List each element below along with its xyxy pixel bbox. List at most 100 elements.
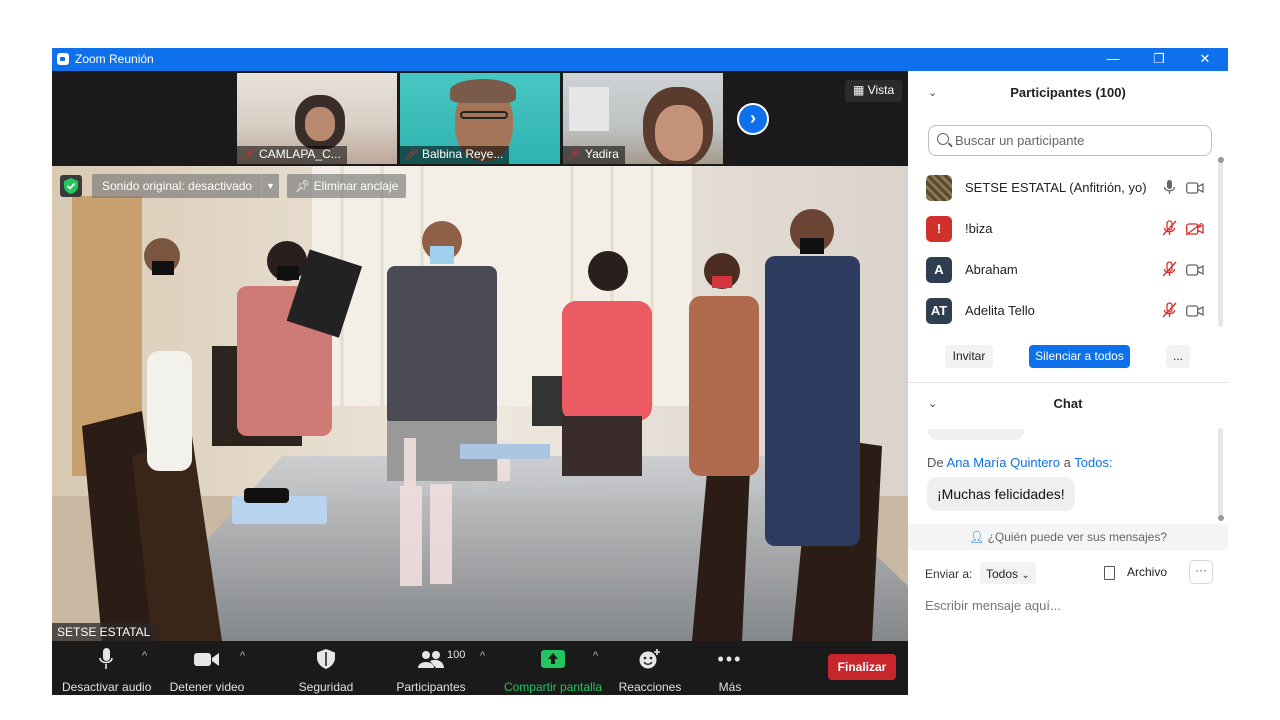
avatar: A: [926, 257, 952, 283]
video-off-icon[interactable]: [1185, 222, 1204, 240]
share-screen-button[interactable]: Compartir pantalla: [502, 647, 604, 694]
participants-more-button[interactable]: ...: [1166, 345, 1190, 368]
original-sound-toggle[interactable]: Sonido original: desactivado: [92, 174, 263, 198]
smiley-icon: [639, 649, 660, 669]
participant-search-input[interactable]: Buscar un participante: [928, 125, 1212, 156]
speaker-name-label: SETSE ESTATAL: [52, 623, 156, 641]
unpin-button[interactable]: 📌︎ Eliminar anclaje: [287, 174, 407, 198]
thumbnail-strip: 🎤︎ CAMLAPA_C... 🎤︎ Balbina Reye... 🎤︎ Yadir…: [52, 71, 908, 166]
more-label: Más: [718, 680, 742, 694]
view-button-label: Vista: [867, 83, 895, 97]
view-button[interactable]: ▦ Vista: [845, 80, 903, 102]
mute-all-button[interactable]: Silenciar a todos: [1029, 345, 1130, 368]
participants-title: Participantes (100): [1010, 85, 1126, 100]
title-bar: Zoom Reunión — ❐ ✕: [52, 48, 1228, 71]
search-icon: [937, 133, 949, 145]
meeting-toolbar: Desactivar audio ^ Detener video ^ Segur…: [52, 641, 908, 695]
share-screen-label: Compartir pantalla: [503, 680, 603, 694]
side-panel: ⌄ Participantes (100) Buscar un particip…: [908, 71, 1228, 672]
stop-video-label: Detener video: [169, 680, 245, 694]
chat-scrollbar[interactable]: [1218, 428, 1223, 518]
recipient-link[interactable]: Todos:: [1074, 455, 1112, 470]
video-thumbnail[interactable]: 🎤︎ Yadira: [563, 73, 723, 164]
video-camera-icon[interactable]: [1186, 181, 1204, 199]
window-title: Zoom Reunión: [75, 52, 154, 66]
thumbnail-name: Yadira: [584, 147, 619, 161]
video-thumbnail[interactable]: 🎤︎ CAMLAPA_C...: [237, 73, 397, 164]
share-options-chevron-icon[interactable]: ^: [593, 650, 598, 662]
file-icon[interactable]: [1104, 566, 1115, 580]
scrollbar-thumb[interactable]: [1218, 515, 1224, 521]
avatar: AT: [926, 298, 952, 324]
stop-video-button[interactable]: Detener video: [168, 647, 246, 694]
more-button[interactable]: ••• Más: [708, 647, 752, 695]
security-label: Seguridad: [298, 680, 354, 694]
send-to-label: Enviar a:: [925, 567, 973, 581]
chat-more-button[interactable]: ···: [1189, 560, 1213, 584]
mic-muted-icon[interactable]: [1162, 302, 1177, 323]
security-button[interactable]: Seguridad: [294, 647, 358, 694]
video-camera-icon[interactable]: [1186, 304, 1204, 322]
participants-options-chevron-icon[interactable]: ^: [480, 650, 485, 662]
minimize-button[interactable]: —: [1090, 48, 1136, 71]
participant-name: !biza: [965, 221, 993, 236]
close-button[interactable]: ✕: [1182, 48, 1228, 71]
ellipsis-icon: •••: [717, 648, 743, 669]
recipient-value: Todos: [986, 567, 1019, 581]
file-button[interactable]: Archivo: [1127, 565, 1167, 579]
chevron-down-icon[interactable]: ▼: [261, 174, 279, 198]
avatar: !: [926, 216, 952, 242]
mic-muted-icon: 🎤︎: [404, 149, 418, 161]
participants-scrollbar[interactable]: [1218, 157, 1223, 327]
chat-message: ¡Muchas felicidades!: [927, 477, 1075, 511]
participant-row[interactable]: A Abraham: [926, 250, 1206, 291]
who-can-see-label: ¿Quién puede ver sus mensajes?: [987, 530, 1167, 544]
recipient-dropdown[interactable]: Todos ⌄: [979, 561, 1037, 585]
collapse-chevron-icon[interactable]: ⌄: [928, 73, 937, 113]
microphone-icon[interactable]: [1163, 179, 1177, 200]
participant-row[interactable]: AT Adelita Tello: [926, 291, 1206, 332]
mic-muted-icon[interactable]: [1162, 261, 1177, 282]
video-camera-icon: [194, 653, 219, 666]
security-shield-icon[interactable]: [60, 175, 82, 197]
mic-muted-icon[interactable]: [1162, 220, 1177, 241]
thumbnail-name: CAMLAPA_C...: [258, 147, 341, 161]
main-video[interactable]: Sonido original: desactivado ▼ 📌︎ Elimin…: [52, 166, 908, 641]
mute-audio-button[interactable]: Desactivar audio: [62, 647, 152, 694]
participants-header: ⌄ Participantes (100): [908, 73, 1228, 113]
shield-icon: [317, 649, 335, 669]
participants-count: 100: [447, 649, 466, 661]
avatar: [926, 175, 952, 201]
reactions-label: Reacciones: [618, 680, 682, 694]
sender-name-link[interactable]: Ana María Quintero: [947, 455, 1060, 470]
video-thumbnail[interactable]: 🎤︎ Balbina Reye...: [400, 73, 560, 164]
invite-button[interactable]: Invitar: [945, 345, 993, 368]
participant-name: Abraham: [965, 262, 1018, 277]
end-meeting-button[interactable]: Finalizar: [828, 654, 896, 680]
mute-audio-label: Desactivar audio: [62, 680, 152, 694]
from-prefix: De: [927, 455, 944, 470]
zoom-window: Zoom Reunión — ❐ ✕ 🎤︎ CAMLAPA_C... 🎤︎ Balb…: [52, 48, 1228, 695]
scrollbar-thumb[interactable]: [1218, 157, 1224, 163]
to-word: a: [1063, 455, 1071, 470]
reactions-button[interactable]: Reacciones: [617, 647, 683, 694]
grid-icon: ▦: [853, 83, 868, 97]
share-screen-icon: [541, 650, 565, 668]
who-can-see-messages-link[interactable]: 👤︎ ¿Quién puede ver sus mensajes?: [908, 524, 1228, 550]
chat-message-input[interactable]: [925, 593, 1215, 617]
participant-row[interactable]: SETSE ESTATAL (Anfitrión, yo): [926, 168, 1206, 209]
collapse-chevron-icon[interactable]: ⌄: [928, 384, 937, 424]
audio-options-chevron-icon[interactable]: ^: [142, 650, 147, 662]
unpin-label: Eliminar anclaje: [313, 179, 399, 193]
restore-button[interactable]: ❐: [1136, 48, 1182, 71]
participant-name: Adelita Tello: [965, 303, 1035, 318]
mic-muted-icon: 🎤︎: [241, 149, 255, 161]
next-page-arrow-icon[interactable]: ›: [737, 103, 769, 135]
chat-header: ⌄ Chat: [908, 384, 1228, 424]
participant-row[interactable]: ! !biza: [926, 209, 1206, 250]
participants-label: Participantes: [396, 680, 466, 694]
meeting-room-scene: [52, 166, 908, 641]
video-camera-icon[interactable]: [1186, 263, 1204, 281]
video-options-chevron-icon[interactable]: ^: [240, 650, 245, 662]
participant-name: SETSE ESTATAL (Anfitrión, yo): [965, 180, 1147, 195]
